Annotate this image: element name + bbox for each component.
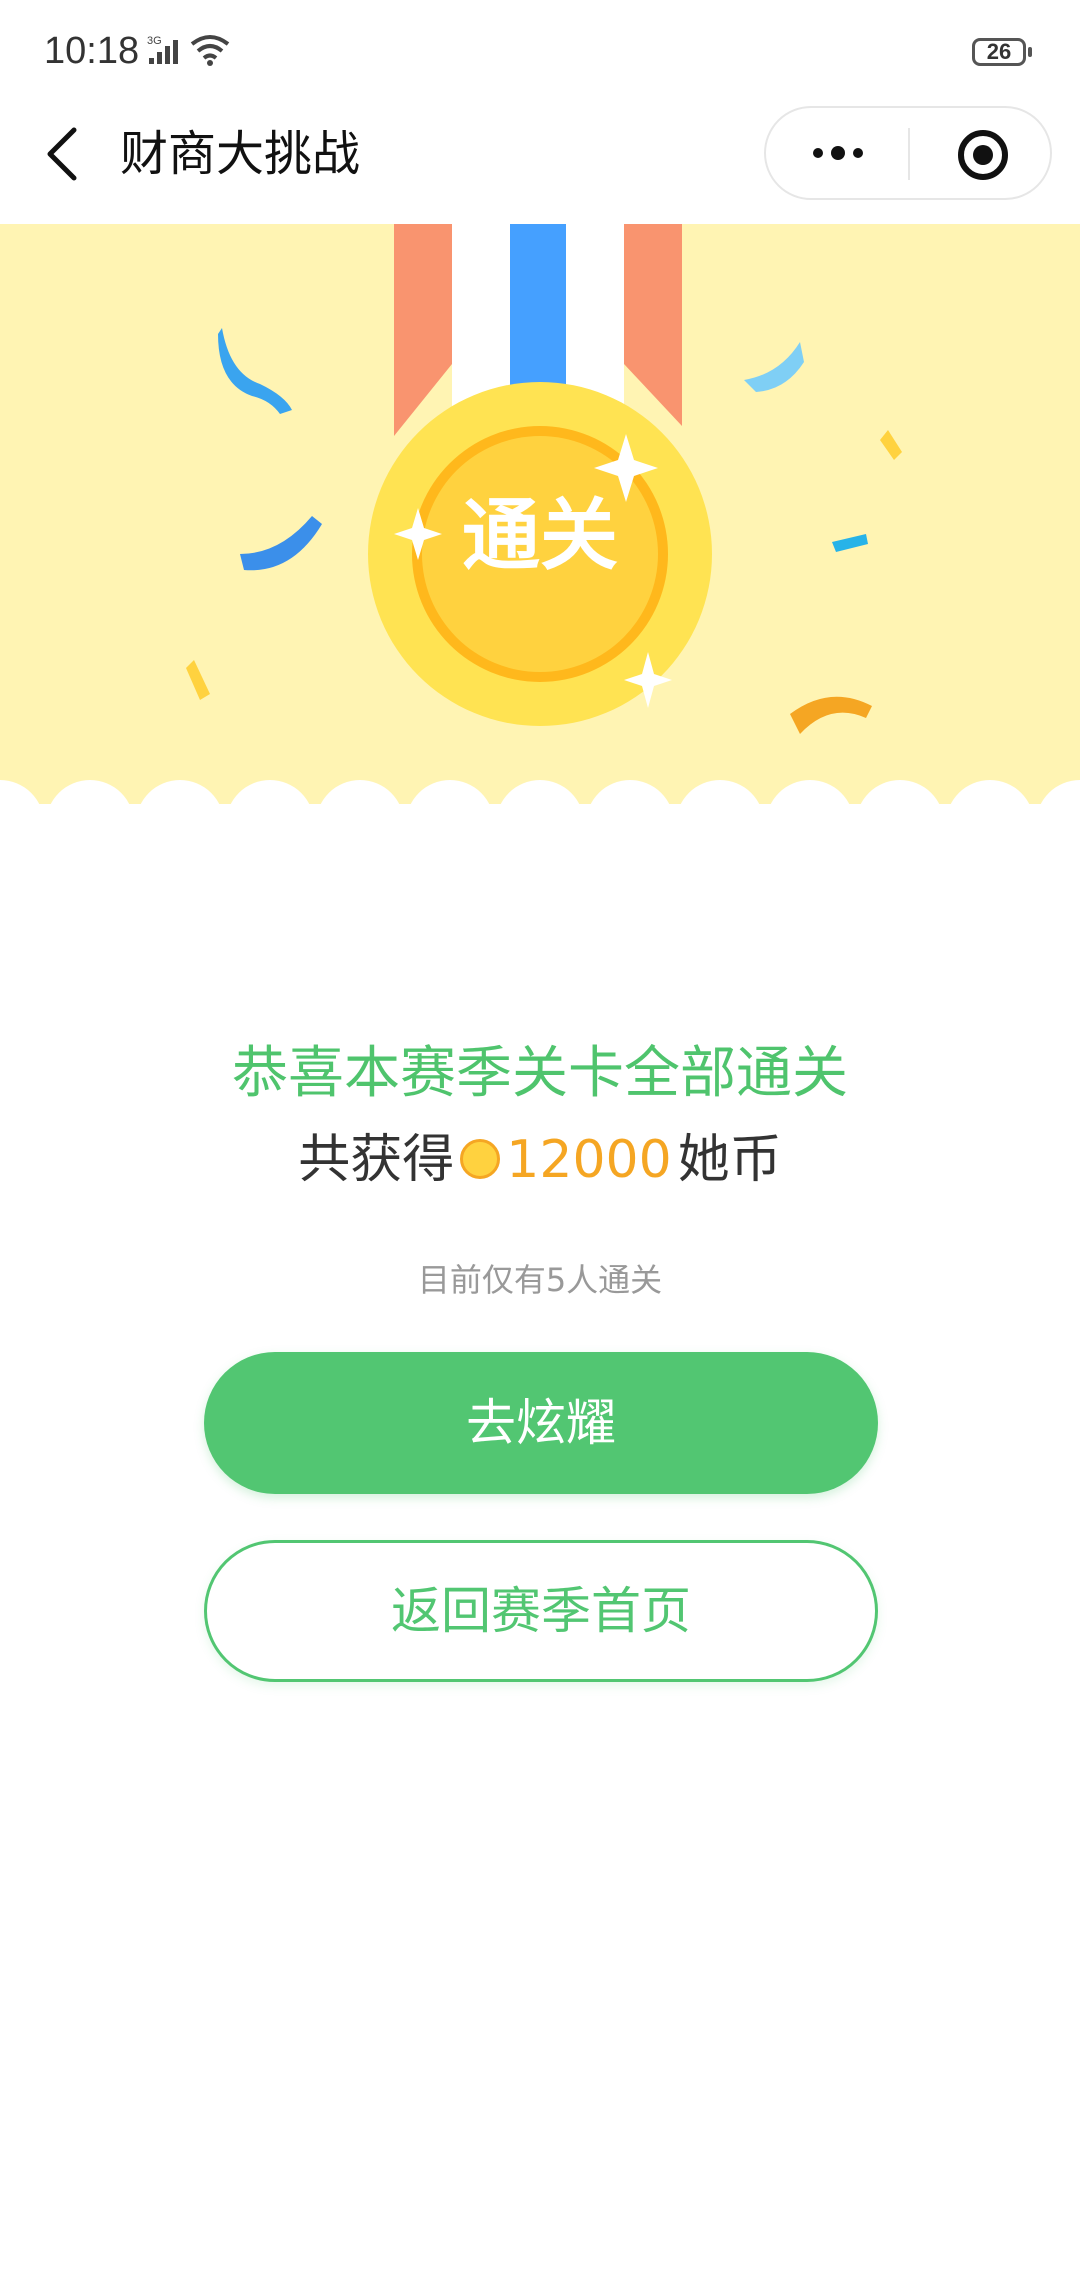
show-off-button[interactable]: 去炫耀 xyxy=(204,1352,878,1494)
battery-tip xyxy=(1028,47,1032,57)
miniprogram-capsule xyxy=(764,106,1052,200)
medal-label: 通关 xyxy=(461,491,618,581)
capsule-divider xyxy=(908,128,910,180)
wifi-icon xyxy=(190,35,230,66)
battery-icon: 26 xyxy=(972,38,1026,66)
status-time: 10:18 xyxy=(44,30,140,72)
reward-unit: 她币 xyxy=(677,1130,782,1190)
coin-icon xyxy=(460,1139,501,1179)
network-type: 3G xyxy=(147,35,162,47)
back-to-season-button[interactable]: 返回赛季首页 xyxy=(204,1540,878,1682)
status-bar: 10:18 3G 26 xyxy=(0,0,1080,100)
back-arrow-icon[interactable] xyxy=(36,124,96,184)
reward-line: 共获得 12000 她币 xyxy=(0,1122,1080,1198)
reward-prefix: 共获得 xyxy=(298,1130,455,1190)
congrats-text: 恭喜本赛季关卡全部通关 xyxy=(232,1041,848,1106)
signal-icon: 3G xyxy=(147,35,178,64)
reward-amount: 12000 xyxy=(506,1130,672,1190)
cleared-count-note: 目前仅有5人通关 xyxy=(417,1261,663,1299)
nav-bar: 财商大挑战 xyxy=(0,100,1080,224)
medal-banner: 通关 xyxy=(0,224,1080,844)
close-target-icon[interactable] xyxy=(956,128,1010,182)
page-title: 财商大挑战 xyxy=(120,126,361,182)
more-icon[interactable] xyxy=(808,138,868,168)
